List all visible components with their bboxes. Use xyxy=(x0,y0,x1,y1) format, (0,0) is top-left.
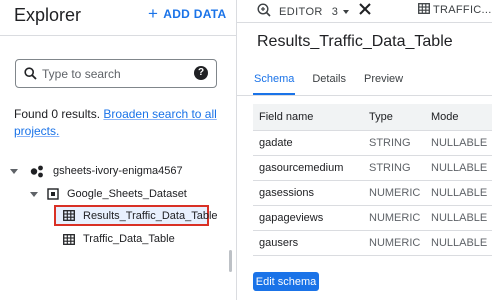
editor-bar-divider xyxy=(237,22,492,23)
table-row: gadate STRING NULLABLE xyxy=(253,130,492,156)
tree-item-table[interactable]: Traffic_Data_Table xyxy=(63,228,175,250)
tree-item-dataset[interactable]: Google_Sheets_Dataset xyxy=(30,183,187,205)
tree-item-project[interactable]: gsheets-ivory-enigma4567 xyxy=(10,160,183,182)
edit-schema-button[interactable]: Edit schema xyxy=(253,272,319,291)
field-name: gausers xyxy=(253,230,363,256)
dataset-icon xyxy=(47,188,59,200)
table-icon xyxy=(63,233,75,245)
editor-label: EDITOR xyxy=(279,5,323,18)
table-tab[interactable]: TRAFFIC... xyxy=(418,3,492,17)
help-icon[interactable]: ? xyxy=(194,66,208,80)
table-name: Results_Traffic_Data_Table xyxy=(83,209,218,222)
schema-header-row: Field name Type Mode xyxy=(253,104,492,131)
field-type: STRING xyxy=(363,130,425,156)
field-type: NUMERIC xyxy=(363,205,425,231)
table-row: gasessions NUMERIC NULLABLE xyxy=(253,180,492,206)
table-name: Traffic_Data_Table xyxy=(83,233,175,245)
field-name: gapageviews xyxy=(253,205,363,231)
project-icon xyxy=(30,165,45,178)
project-name: gsheets-ivory-enigma4567 xyxy=(53,165,183,177)
explorer-panel: Explorer + ADD DATA ? Found 0 results. B… xyxy=(0,0,236,300)
tabs-divider xyxy=(237,95,492,96)
table-row: gapageviews NUMERIC NULLABLE xyxy=(253,205,492,231)
scrollbar-thumb[interactable] xyxy=(229,250,232,272)
dropdown-icon[interactable] xyxy=(342,9,349,14)
column-header-field-name: Field name xyxy=(253,104,363,131)
search-icon xyxy=(22,66,38,82)
field-type: STRING xyxy=(363,155,425,181)
tab-schema[interactable]: Schema xyxy=(253,73,296,95)
field-type: NUMERIC xyxy=(363,180,425,206)
expand-caret-icon[interactable] xyxy=(30,191,38,197)
table-title: Results_Traffic_Data_Table xyxy=(257,33,453,50)
search-box[interactable]: ? xyxy=(15,59,217,88)
field-mode: NULLABLE xyxy=(425,230,492,256)
results-text: Found 0 results. xyxy=(14,107,101,121)
field-name: gadate xyxy=(253,130,363,156)
query-editor-icon xyxy=(257,3,271,20)
details-panel: EDITOR 3 TRAFFIC... Results_Traffic_Data… xyxy=(237,0,492,300)
editor-tab[interactable]: EDITOR 3 xyxy=(257,3,349,20)
table-row: gausers NUMERIC NULLABLE xyxy=(253,230,492,256)
table-tab-label: TRAFFIC... xyxy=(433,4,492,16)
tab-preview[interactable]: Preview xyxy=(363,73,404,95)
dataset-name: Google_Sheets_Dataset xyxy=(67,188,187,200)
add-data-label: ADD DATA xyxy=(163,7,227,21)
field-type: NUMERIC xyxy=(363,230,425,256)
table-icon xyxy=(63,210,75,221)
field-mode: NULLABLE xyxy=(425,155,492,181)
search-results-message: Found 0 results. Broaden search to all p… xyxy=(14,106,224,140)
add-data-button[interactable]: + ADD DATA xyxy=(148,4,227,23)
table-row: gasourcemedium STRING NULLABLE xyxy=(253,155,492,181)
field-name: gasourcemedium xyxy=(253,155,363,181)
expand-caret-icon[interactable] xyxy=(10,168,18,174)
close-icon[interactable] xyxy=(357,1,373,17)
table-icon xyxy=(418,3,430,17)
tab-details[interactable]: Details xyxy=(311,73,347,95)
explorer-header-divider xyxy=(0,35,236,36)
field-mode: NULLABLE xyxy=(425,130,492,156)
details-tabs: Schema Details Preview xyxy=(253,73,404,95)
field-mode: NULLABLE xyxy=(425,180,492,206)
schema-table: Field name Type Mode gadate STRING NULLA… xyxy=(253,104,492,256)
tree-item-table-selected[interactable]: Results_Traffic_Data_Table xyxy=(54,205,218,226)
plus-icon: + xyxy=(148,4,159,23)
column-header-type: Type xyxy=(363,104,425,131)
field-mode: NULLABLE xyxy=(425,205,492,231)
column-header-mode: Mode xyxy=(425,104,492,131)
explorer-title: Explorer xyxy=(14,5,82,25)
field-name: gasessions xyxy=(253,180,363,206)
search-input[interactable] xyxy=(42,66,192,81)
editor-tab-bar: EDITOR 3 TRAFFIC... xyxy=(237,0,492,22)
editor-count: 3 xyxy=(331,5,338,18)
